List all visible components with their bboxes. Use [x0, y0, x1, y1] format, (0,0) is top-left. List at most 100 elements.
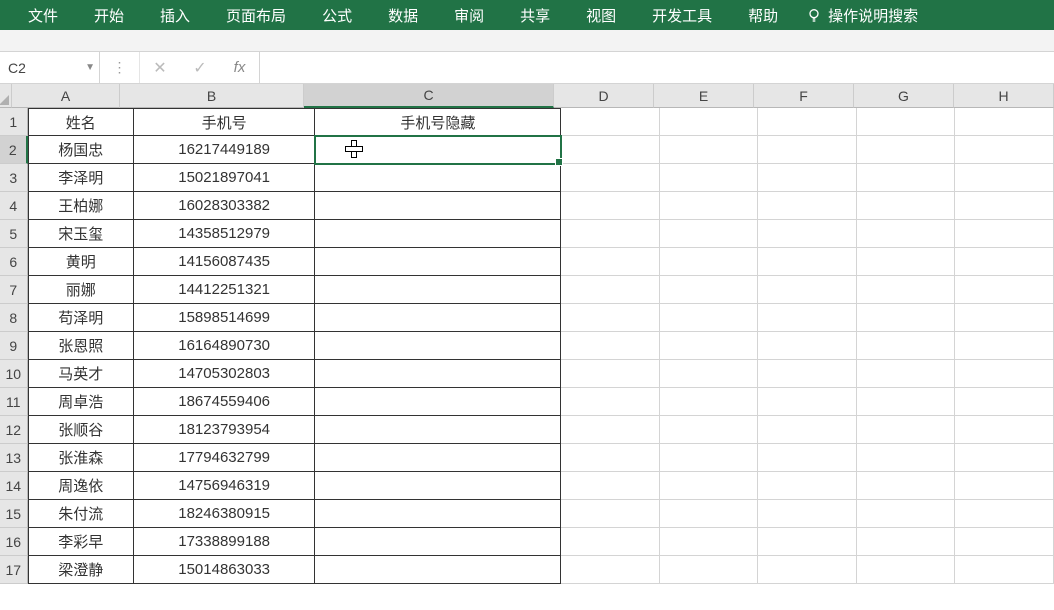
- cell-C5[interactable]: [315, 220, 561, 248]
- cell-B11[interactable]: 18674559406: [134, 388, 315, 416]
- cell-E9[interactable]: [660, 332, 759, 360]
- cell-G10[interactable]: [857, 360, 956, 388]
- row-header-2[interactable]: 2: [0, 136, 28, 164]
- ribbon-tab[interactable]: 页面布局: [208, 0, 304, 30]
- cell-D2[interactable]: [561, 136, 660, 164]
- ribbon-tab[interactable]: 视图: [568, 0, 634, 30]
- cell-G7[interactable]: [857, 276, 956, 304]
- row-header-8[interactable]: 8: [0, 304, 28, 332]
- cell-C17[interactable]: [315, 556, 561, 584]
- cell-A17[interactable]: 梁澄静: [28, 556, 134, 584]
- cell-E11[interactable]: [660, 388, 759, 416]
- cell-A4[interactable]: 王柏娜: [28, 192, 134, 220]
- name-box-dropdown-icon[interactable]: ▼: [85, 62, 95, 73]
- cell-G13[interactable]: [857, 444, 956, 472]
- cell-D4[interactable]: [561, 192, 660, 220]
- ribbon-tab[interactable]: 审阅: [436, 0, 502, 30]
- cell-H1[interactable]: [955, 108, 1054, 136]
- cell-B2[interactable]: 16217449189: [134, 136, 315, 164]
- row-header-4[interactable]: 4: [0, 192, 28, 220]
- cell-G17[interactable]: [857, 556, 956, 584]
- cell-A1[interactable]: 姓名: [28, 108, 134, 136]
- column-header-B[interactable]: B: [120, 84, 304, 108]
- cell-A13[interactable]: 张淮森: [28, 444, 134, 472]
- cell-E1[interactable]: [660, 108, 759, 136]
- cell-H8[interactable]: [955, 304, 1054, 332]
- cell-F5[interactable]: [758, 220, 857, 248]
- cell-B14[interactable]: 14756946319: [134, 472, 315, 500]
- cell-F13[interactable]: [758, 444, 857, 472]
- row-header-11[interactable]: 11: [0, 388, 28, 416]
- cell-H7[interactable]: [955, 276, 1054, 304]
- cell-E14[interactable]: [660, 472, 759, 500]
- cell-H9[interactable]: [955, 332, 1054, 360]
- cell-B17[interactable]: 15014863033: [134, 556, 315, 584]
- cell-F6[interactable]: [758, 248, 857, 276]
- cell-F2[interactable]: [758, 136, 857, 164]
- cell-F17[interactable]: [758, 556, 857, 584]
- cell-E2[interactable]: [660, 136, 759, 164]
- fx-icon[interactable]: fx: [220, 52, 260, 83]
- row-header-6[interactable]: 6: [0, 248, 28, 276]
- cell-C3[interactable]: [315, 164, 561, 192]
- cell-B6[interactable]: 14156087435: [134, 248, 315, 276]
- cell-F3[interactable]: [758, 164, 857, 192]
- cell-E10[interactable]: [660, 360, 759, 388]
- cell-H16[interactable]: [955, 528, 1054, 556]
- ribbon-tab[interactable]: 帮助: [730, 0, 796, 30]
- row-header-13[interactable]: 13: [0, 444, 28, 472]
- cell-B9[interactable]: 16164890730: [134, 332, 315, 360]
- cell-D15[interactable]: [561, 500, 660, 528]
- cell-H4[interactable]: [955, 192, 1054, 220]
- ribbon-tab[interactable]: 共享: [502, 0, 568, 30]
- cell-G6[interactable]: [857, 248, 956, 276]
- cell-C4[interactable]: [315, 192, 561, 220]
- cell-D6[interactable]: [561, 248, 660, 276]
- cell-F16[interactable]: [758, 528, 857, 556]
- cell-A8[interactable]: 苟泽明: [28, 304, 134, 332]
- cell-C12[interactable]: [315, 416, 561, 444]
- cell-H10[interactable]: [955, 360, 1054, 388]
- row-header-15[interactable]: 15: [0, 500, 28, 528]
- cell-B7[interactable]: 14412251321: [134, 276, 315, 304]
- cell-G11[interactable]: [857, 388, 956, 416]
- cell-G3[interactable]: [857, 164, 956, 192]
- cell-B3[interactable]: 15021897041: [134, 164, 315, 192]
- column-header-E[interactable]: E: [654, 84, 754, 108]
- cell-D11[interactable]: [561, 388, 660, 416]
- cell-B12[interactable]: 18123793954: [134, 416, 315, 444]
- cell-D9[interactable]: [561, 332, 660, 360]
- row-header-7[interactable]: 7: [0, 276, 28, 304]
- cell-F12[interactable]: [758, 416, 857, 444]
- cell-G12[interactable]: [857, 416, 956, 444]
- cell-F1[interactable]: [758, 108, 857, 136]
- column-header-C[interactable]: C: [304, 84, 554, 108]
- cell-F11[interactable]: [758, 388, 857, 416]
- cell-C6[interactable]: [315, 248, 561, 276]
- cell-A5[interactable]: 宋玉玺: [28, 220, 134, 248]
- cell-G9[interactable]: [857, 332, 956, 360]
- cell-A16[interactable]: 李彩早: [28, 528, 134, 556]
- cell-C14[interactable]: [315, 472, 561, 500]
- cell-C9[interactable]: [315, 332, 561, 360]
- cell-H2[interactable]: [955, 136, 1054, 164]
- cell-B4[interactable]: 16028303382: [134, 192, 315, 220]
- cell-B5[interactable]: 14358512979: [134, 220, 315, 248]
- cell-H11[interactable]: [955, 388, 1054, 416]
- row-header-1[interactable]: 1: [0, 108, 28, 136]
- ribbon-tab[interactable]: 文件: [10, 0, 76, 30]
- cell-E16[interactable]: [660, 528, 759, 556]
- cell-F9[interactable]: [758, 332, 857, 360]
- cell-G1[interactable]: [857, 108, 956, 136]
- row-header-14[interactable]: 14: [0, 472, 28, 500]
- cell-D17[interactable]: [561, 556, 660, 584]
- cell-F10[interactable]: [758, 360, 857, 388]
- cell-H15[interactable]: [955, 500, 1054, 528]
- confirm-formula-button[interactable]: ✓: [180, 52, 220, 83]
- column-header-H[interactable]: H: [954, 84, 1054, 108]
- cell-F8[interactable]: [758, 304, 857, 332]
- cell-G5[interactable]: [857, 220, 956, 248]
- cell-D10[interactable]: [561, 360, 660, 388]
- ribbon-tab[interactable]: 公式: [304, 0, 370, 30]
- ribbon-tab[interactable]: 插入: [142, 0, 208, 30]
